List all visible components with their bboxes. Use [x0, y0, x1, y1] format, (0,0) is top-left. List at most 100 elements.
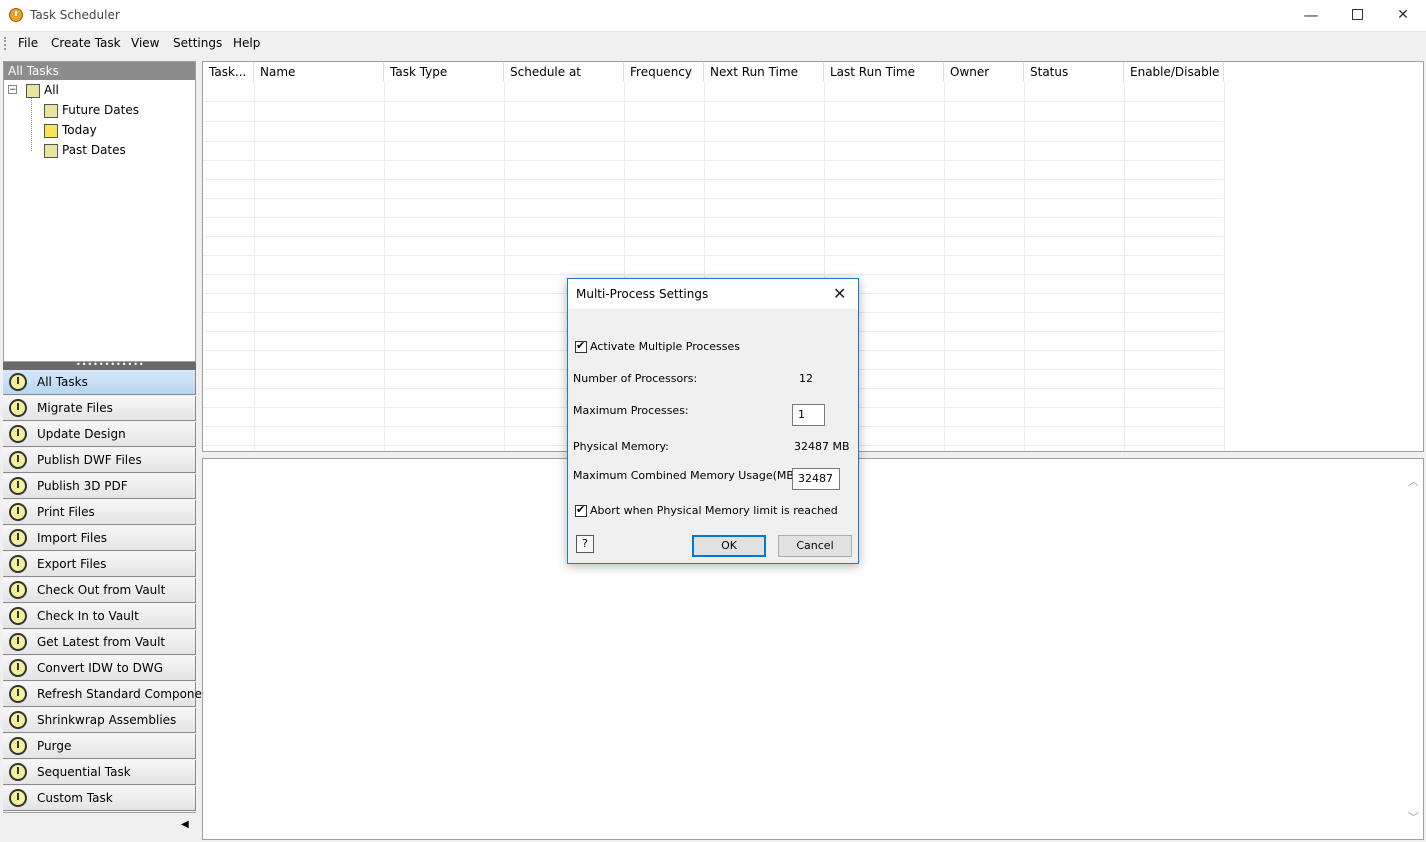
- num-processors-value: 12: [799, 372, 813, 385]
- column-header[interactable]: Frequency: [624, 62, 704, 82]
- column-header[interactable]: Task...: [203, 62, 254, 82]
- table-row[interactable]: [203, 141, 1223, 161]
- multi-process-settings-dialog: Multi-Process Settings ✕ ✔ Activate Multi…: [567, 278, 859, 564]
- toolbar-grip: [4, 37, 8, 50]
- folder-calendar-icon: [26, 83, 40, 98]
- checkbox-box[interactable]: ✔: [575, 503, 587, 517]
- task-btn-label: Publish DWF Files: [37, 453, 142, 467]
- task-btn-get-latest-vault[interactable]: Get Latest from Vault: [3, 630, 196, 655]
- tree-item-label: Past Dates: [62, 143, 126, 157]
- ok-button[interactable]: OK: [692, 535, 766, 557]
- table-row[interactable]: [203, 160, 1223, 180]
- menu-settings[interactable]: Settings: [173, 36, 222, 50]
- tree-item-label: Today: [62, 123, 97, 137]
- task-btn-purge[interactable]: Purge: [3, 734, 196, 759]
- table-row[interactable]: [203, 82, 1223, 102]
- task-btn-label: Migrate Files: [37, 401, 113, 415]
- task-btn-label: All Tasks: [37, 375, 88, 389]
- tree-item-label: Future Dates: [62, 103, 139, 117]
- task-btn-print-files[interactable]: Print Files: [3, 500, 196, 525]
- task-btn-check-out-vault[interactable]: Check Out from Vault: [3, 578, 196, 603]
- task-btn-export-files[interactable]: Export Files: [3, 552, 196, 577]
- checkmark-icon: ✔: [576, 339, 586, 352]
- task-btn-label: Update Design: [37, 427, 126, 441]
- grid-column-line: [1224, 82, 1225, 451]
- scroll-up-icon[interactable]: ︿: [1408, 473, 1419, 489]
- menu-create-task[interactable]: Create Task: [51, 36, 121, 50]
- menu-bar: File Create Task View Settings Help: [0, 32, 1426, 56]
- task-btn-import-files[interactable]: Import Files: [3, 526, 196, 551]
- dialog-close-icon[interactable]: ✕: [833, 284, 846, 303]
- dwf-icon: [9, 451, 27, 469]
- task-btn-migrate-files[interactable]: Migrate Files: [3, 396, 196, 421]
- task-list-footer: ◀: [3, 812, 196, 839]
- minimize-button[interactable]: —: [1288, 0, 1334, 31]
- table-row[interactable]: [203, 217, 1223, 237]
- task-btn-publish-3d-pdf[interactable]: Publish 3D PDF: [3, 474, 196, 499]
- activate-multiple-processes-checkbox[interactable]: ✔ Activate Multiple Processes: [575, 339, 740, 353]
- calendar-page-icon: [44, 143, 58, 158]
- cancel-button[interactable]: Cancel: [778, 535, 852, 557]
- task-btn-label: Check Out from Vault: [37, 583, 166, 597]
- column-header[interactable]: Status: [1024, 62, 1124, 82]
- task-btn-label: Export Files: [37, 557, 107, 571]
- column-header[interactable]: Schedule at: [504, 62, 624, 82]
- scroll-down-icon[interactable]: ﹀: [1408, 809, 1419, 825]
- task-btn-label: Refresh Standard Components: [37, 687, 221, 701]
- tree-item-today[interactable]: Today: [44, 121, 97, 139]
- panel-splitter[interactable]: ••••••••••••: [3, 360, 196, 370]
- task-btn-custom-task[interactable]: Custom Task: [3, 786, 196, 811]
- maximize-button[interactable]: [1334, 0, 1380, 31]
- tree-item-past-dates[interactable]: Past Dates: [44, 141, 126, 159]
- tree-item-future-dates[interactable]: Future Dates: [44, 101, 139, 119]
- column-header[interactable]: Last Run Time: [824, 62, 944, 82]
- menu-view[interactable]: View: [131, 36, 159, 50]
- task-btn-shrinkwrap[interactable]: Shrinkwrap Assemblies: [3, 708, 196, 733]
- vault-get-latest-icon: [9, 633, 27, 651]
- table-row[interactable]: [203, 236, 1223, 256]
- table-row[interactable]: [203, 102, 1223, 122]
- max-memory-input[interactable]: 32487: [792, 468, 840, 490]
- collapse-left-icon[interactable]: ◀: [181, 819, 189, 830]
- column-header[interactable]: Task Type: [384, 62, 504, 82]
- menu-help[interactable]: Help: [233, 36, 260, 50]
- task-btn-convert-idw-dwg[interactable]: Convert IDW to DWG: [3, 656, 196, 681]
- task-type-list: All Tasks Migrate Files Update Design Pu…: [3, 370, 220, 812]
- abort-memory-limit-checkbox[interactable]: ✔ Abort when Physical Memory limit is rea…: [575, 503, 838, 517]
- max-processes-label: Maximum Processes:: [573, 404, 689, 417]
- table-row[interactable]: [203, 198, 1223, 218]
- task-btn-check-in-vault[interactable]: Check In to Vault: [3, 604, 196, 629]
- column-header[interactable]: Name: [254, 62, 384, 82]
- task-btn-label: Publish 3D PDF: [37, 479, 128, 493]
- splitter-grip: ••••••••••••: [76, 360, 145, 369]
- max-memory-label: Maximum Combined Memory Usage(MB):: [573, 469, 802, 482]
- task-btn-label: Custom Task: [37, 791, 113, 805]
- table-row[interactable]: [203, 122, 1223, 142]
- task-btn-label: Get Latest from Vault: [37, 635, 166, 649]
- shrinkwrap-icon: [9, 711, 27, 729]
- tree-collapse-toggle[interactable]: −: [8, 85, 17, 95]
- task-btn-label: Convert IDW to DWG: [37, 661, 163, 675]
- task-btn-update-design[interactable]: Update Design: [3, 422, 196, 447]
- sequential-icon: [9, 763, 27, 781]
- checkbox-box[interactable]: ✔: [575, 339, 587, 353]
- help-button[interactable]: ?: [576, 535, 594, 553]
- task-btn-sequential-task[interactable]: Sequential Task: [3, 760, 196, 785]
- tree-item-all[interactable]: All: [26, 81, 59, 99]
- vault-checkin-icon: [9, 607, 27, 625]
- column-header[interactable]: Owner: [944, 62, 1024, 82]
- physical-memory-value: 32487 MB: [794, 440, 850, 453]
- max-processes-input[interactable]: 1: [792, 404, 825, 426]
- table-row[interactable]: [203, 255, 1223, 275]
- task-btn-label: Sequential Task: [37, 765, 131, 779]
- menu-file[interactable]: File: [18, 36, 38, 50]
- task-btn-refresh-standard[interactable]: Refresh Standard Components: [3, 682, 220, 707]
- task-btn-all-tasks[interactable]: All Tasks: [3, 370, 196, 395]
- task-btn-publish-dwf[interactable]: Publish DWF Files: [3, 448, 196, 473]
- column-header[interactable]: Next Run Time: [704, 62, 824, 82]
- tree-panel: All Tasks − All Future Dates Today Past …: [3, 61, 196, 362]
- close-button[interactable]: ✕: [1380, 0, 1426, 31]
- tree-panel-header: All Tasks: [4, 62, 195, 80]
- column-header[interactable]: Enable/Disable: [1124, 62, 1224, 82]
- table-row[interactable]: [203, 179, 1223, 199]
